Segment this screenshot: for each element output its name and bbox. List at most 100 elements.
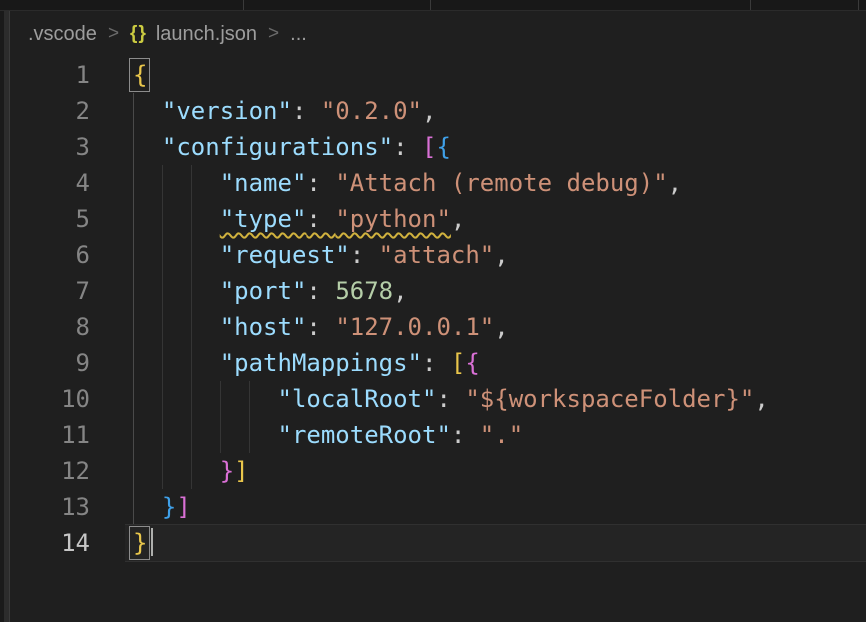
indent-guide: [220, 381, 221, 417]
code-line-content[interactable]: "localRoot": "${workspaceFolder}",: [125, 381, 866, 417]
line-number[interactable]: 6: [10, 237, 90, 273]
code-line-content[interactable]: "version": "0.2.0",: [125, 93, 866, 129]
code-line[interactable]: 8 "host": "127.0.0.1",: [10, 309, 866, 345]
token: "pathMappings": [220, 349, 422, 377]
token: [133, 493, 162, 521]
token: "127.0.0.1": [335, 313, 494, 341]
indent-guide: [133, 93, 134, 129]
code-line-content[interactable]: }]: [125, 489, 866, 525]
token: :: [306, 313, 335, 341]
code-line-content[interactable]: {: [125, 57, 866, 93]
token: :: [350, 241, 379, 269]
tab-separator: [858, 0, 859, 10]
code-line[interactable]: 1{: [10, 57, 866, 93]
vscode-editor-window: .vscode > {} launch.json > ... 1{2 "vers…: [0, 0, 866, 622]
token: [133, 241, 220, 269]
tab-separator: [243, 0, 244, 10]
code-line[interactable]: 13 }]: [10, 489, 866, 525]
indent-guide: [133, 129, 134, 165]
breadcrumb-folder-vscode[interactable]: .vscode: [28, 23, 97, 46]
code-line-content[interactable]: "remoteRoot": ".": [125, 417, 866, 453]
line-number[interactable]: 3: [10, 129, 90, 165]
code-line[interactable]: 12 }]: [10, 453, 866, 489]
code-line-content[interactable]: "request": "attach",: [125, 237, 866, 273]
token: "Attach (remote debug)": [335, 169, 667, 197]
code-line[interactable]: 7 "port": 5678,: [10, 273, 866, 309]
tab-separator: [750, 0, 751, 10]
line-number[interactable]: 8: [10, 309, 90, 345]
code-line-content[interactable]: }: [125, 525, 866, 561]
indent-guide: [162, 381, 163, 417]
token: "name": [220, 169, 307, 197]
indent-guide: [162, 237, 163, 273]
line-number[interactable]: 1: [10, 57, 90, 93]
code-line-content[interactable]: "pathMappings": [{: [125, 345, 866, 381]
indent-guide: [220, 417, 221, 453]
token: "${workspaceFolder}": [465, 385, 754, 413]
line-number[interactable]: 14: [10, 525, 90, 561]
indent-guide: [191, 453, 192, 489]
line-number[interactable]: 7: [10, 273, 90, 309]
line-number[interactable]: 13: [10, 489, 90, 525]
code-line[interactable]: 3 "configurations": [{: [10, 129, 866, 165]
token: "configurations": [162, 133, 393, 161]
breadcrumb-symbol-path[interactable]: ...: [290, 23, 307, 46]
code-line[interactable]: 9 "pathMappings": [{: [10, 345, 866, 381]
token: :: [306, 277, 335, 305]
code-line[interactable]: 5 "type": "python",: [10, 201, 866, 237]
indent-guide: [249, 417, 250, 453]
line-number[interactable]: 2: [10, 93, 90, 129]
code-line[interactable]: 4 "name": "Attach (remote debug)",: [10, 165, 866, 201]
token: ,: [451, 205, 465, 233]
code-line-content[interactable]: "type": "python",: [125, 201, 866, 237]
token: }: [220, 457, 234, 485]
indent-guide: [133, 345, 134, 381]
indent-guide: [133, 237, 134, 273]
token: "host": [220, 313, 307, 341]
indent-guide: [133, 417, 134, 453]
token: :: [292, 97, 321, 125]
code-line-content[interactable]: }]: [125, 453, 866, 489]
tab-bar-edge: [0, 0, 866, 11]
line-number[interactable]: 10: [10, 381, 90, 417]
text-cursor: [151, 528, 153, 556]
indent-guide: [191, 165, 192, 201]
code-line[interactable]: 2 "version": "0.2.0",: [10, 93, 866, 129]
indent-guide: [133, 201, 134, 237]
token: ]: [176, 493, 190, 521]
line-number[interactable]: 12: [10, 453, 90, 489]
token: [133, 97, 162, 125]
indent-guide: [162, 453, 163, 489]
token: "port": [220, 277, 307, 305]
token: [133, 169, 220, 197]
line-number[interactable]: 11: [10, 417, 90, 453]
line-number[interactable]: 5: [10, 201, 90, 237]
token: "version": [162, 97, 292, 125]
code-line[interactable]: 10 "localRoot": "${workspaceFolder}",: [10, 381, 866, 417]
line-number[interactable]: 9: [10, 345, 90, 381]
indent-guide: [191, 345, 192, 381]
token: :: [422, 349, 451, 377]
token: [133, 349, 220, 377]
code-line-content[interactable]: "name": "Attach (remote debug)",: [125, 165, 866, 201]
token: ,: [494, 313, 508, 341]
code-line-content[interactable]: "configurations": [{: [125, 129, 866, 165]
token: [133, 313, 220, 341]
indent-guide: [162, 165, 163, 201]
code-line[interactable]: 11 "remoteRoot": ".": [10, 417, 866, 453]
indent-guide: [162, 417, 163, 453]
code-line-content[interactable]: "host": "127.0.0.1",: [125, 309, 866, 345]
code-line[interactable]: 6 "request": "attach",: [10, 237, 866, 273]
token: [133, 385, 278, 413]
indent-guide: [191, 309, 192, 345]
indent-guide: [162, 309, 163, 345]
tab-separator: [430, 0, 431, 10]
token: "0.2.0": [321, 97, 422, 125]
code-editor[interactable]: 1{2 "version": "0.2.0",3 "configurations…: [10, 57, 866, 561]
code-line-content[interactable]: "port": 5678,: [125, 273, 866, 309]
indent-guide: [133, 489, 134, 525]
token: {: [436, 133, 450, 161]
breadcrumb-file-launch-json[interactable]: launch.json: [156, 23, 257, 46]
code-line[interactable]: 14}: [10, 525, 866, 561]
line-number[interactable]: 4: [10, 165, 90, 201]
